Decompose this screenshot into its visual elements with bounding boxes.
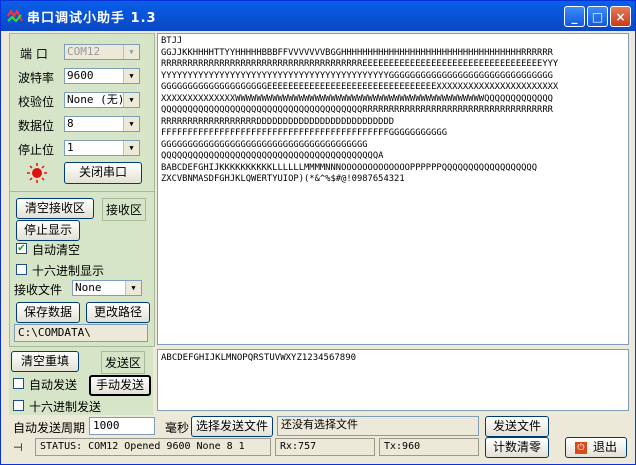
hex-send-label: 十六进制发送 bbox=[29, 400, 102, 414]
save-data-button[interactable]: 保存数据 bbox=[16, 302, 80, 323]
parity-value: None (无) bbox=[67, 93, 125, 106]
tx-counter: Tx:960 bbox=[379, 438, 479, 456]
stop-display-button[interactable]: 停止显示 bbox=[16, 220, 80, 241]
receive-textarea[interactable]: BTJJ GGJJKKHHHHTTYYHHHHHBBBFFVVVVVVVBGGH… bbox=[157, 33, 629, 345]
send-area-label: 发送区 bbox=[101, 351, 146, 374]
title-bar[interactable]: 串口调试小助手 1.3 _ □ × bbox=[1, 1, 635, 31]
databits-label: 数据位 bbox=[18, 119, 55, 133]
auto-clear-checkbox[interactable]: ✔ bbox=[16, 243, 27, 254]
hex-send-checkbox[interactable] bbox=[13, 400, 24, 411]
parity-select[interactable]: None (无) ▼ bbox=[64, 92, 140, 108]
chevron-down-icon: ▼ bbox=[123, 117, 139, 131]
send-period-input[interactable]: 1000 bbox=[89, 417, 155, 435]
reset-count-button[interactable]: 计数清零 bbox=[485, 437, 549, 458]
clear-send-button[interactable]: 清空重填 bbox=[11, 351, 79, 372]
choose-send-file-button[interactable]: 选择发送文件 bbox=[191, 416, 273, 437]
close-port-button[interactable]: 关闭串口 bbox=[64, 162, 142, 184]
send-file-status: 还没有选择文件 bbox=[277, 416, 479, 436]
hex-display-label: 十六进制显示 bbox=[32, 264, 105, 278]
close-icon: × bbox=[615, 10, 626, 24]
parity-label: 校验位 bbox=[18, 95, 55, 109]
window-title: 串口调试小助手 1.3 bbox=[27, 11, 157, 26]
change-path-button[interactable]: 更改路径 bbox=[86, 302, 150, 323]
receive-file-value: None bbox=[75, 281, 102, 294]
databits-value: 8 bbox=[67, 117, 74, 130]
databits-select[interactable]: 8 ▼ bbox=[64, 116, 140, 132]
baud-label: 波特率 bbox=[18, 71, 55, 85]
port-select[interactable]: COM12 ▼ bbox=[64, 44, 140, 60]
stopbits-label: 停止位 bbox=[18, 143, 55, 157]
chevron-down-icon: ▼ bbox=[125, 281, 141, 295]
clear-receive-button[interactable]: 清空接收区 bbox=[16, 198, 94, 219]
rx-counter: Rx:757 bbox=[275, 438, 375, 456]
exit-icon: ⏻ bbox=[574, 441, 587, 454]
app-window: 串口调试小助手 1.3 _ □ × 端 口 COM12 ▼ 波特率 9600 ▼ 校… bbox=[0, 0, 636, 465]
divider bbox=[10, 191, 154, 192]
send-period-label: 自动发送周期 bbox=[13, 421, 86, 435]
stopbits-select[interactable]: 1 ▼ bbox=[64, 140, 140, 156]
save-path-field: C:\COMDATA\ bbox=[14, 324, 148, 342]
manual-send-button[interactable]: 手动发送 bbox=[89, 375, 151, 396]
auto-clear-label: 自动清空 bbox=[32, 243, 81, 257]
port-status-led-icon bbox=[27, 163, 47, 183]
receive-file-label: 接收文件 bbox=[14, 283, 63, 297]
maximize-icon: □ bbox=[591, 10, 604, 24]
chevron-down-icon: ▼ bbox=[123, 93, 139, 107]
send-file-button[interactable]: 发送文件 bbox=[485, 416, 549, 437]
receive-area-label: 接收区 bbox=[102, 198, 147, 221]
exit-label: 退出 bbox=[592, 440, 617, 454]
minimize-button[interactable]: _ bbox=[564, 6, 585, 27]
chevron-down-icon: ▼ bbox=[123, 141, 139, 155]
receive-content: BTJJ GGJJKKHHHHTTYYHHHHHBBBFFVVVVVVVBGGH… bbox=[161, 36, 559, 184]
port-label: 端 口 bbox=[20, 47, 48, 61]
hex-display-checkbox[interactable] bbox=[16, 264, 27, 275]
chevron-down-icon: ▼ bbox=[123, 45, 139, 59]
stopbits-value: 1 bbox=[67, 141, 74, 154]
settings-panel: 端 口 COM12 ▼ 波特率 9600 ▼ 校验位 None (无) ▼ 数据位 8… bbox=[9, 33, 155, 347]
maximize-button[interactable]: □ bbox=[587, 6, 608, 27]
ms-label: 毫秒 bbox=[165, 421, 190, 435]
port-value: COM12 bbox=[67, 45, 101, 58]
pin-icon: ⊣ bbox=[13, 441, 23, 454]
close-button[interactable]: × bbox=[610, 6, 631, 27]
auto-send-label: 自动发送 bbox=[29, 378, 78, 392]
send-content: ABCDEFGHIJKLMNOPQRSTUVWXYZ1234567890 bbox=[161, 353, 357, 363]
baud-select[interactable]: 9600 ▼ bbox=[64, 68, 140, 84]
baud-value: 9600 bbox=[67, 69, 94, 82]
auto-send-checkbox[interactable] bbox=[13, 378, 24, 389]
status-text: STATUS: COM12 Opened 9600 None 8 1 bbox=[35, 438, 271, 456]
minimize-icon: _ bbox=[571, 10, 578, 24]
chevron-down-icon: ▼ bbox=[123, 69, 139, 83]
app-icon bbox=[7, 9, 23, 23]
exit-button[interactable]: ⏻ 退出 bbox=[565, 437, 627, 458]
send-textarea[interactable]: ABCDEFGHIJKLMNOPQRSTUVWXYZ1234567890 bbox=[157, 349, 629, 411]
receive-file-select[interactable]: None ▼ bbox=[72, 280, 142, 296]
